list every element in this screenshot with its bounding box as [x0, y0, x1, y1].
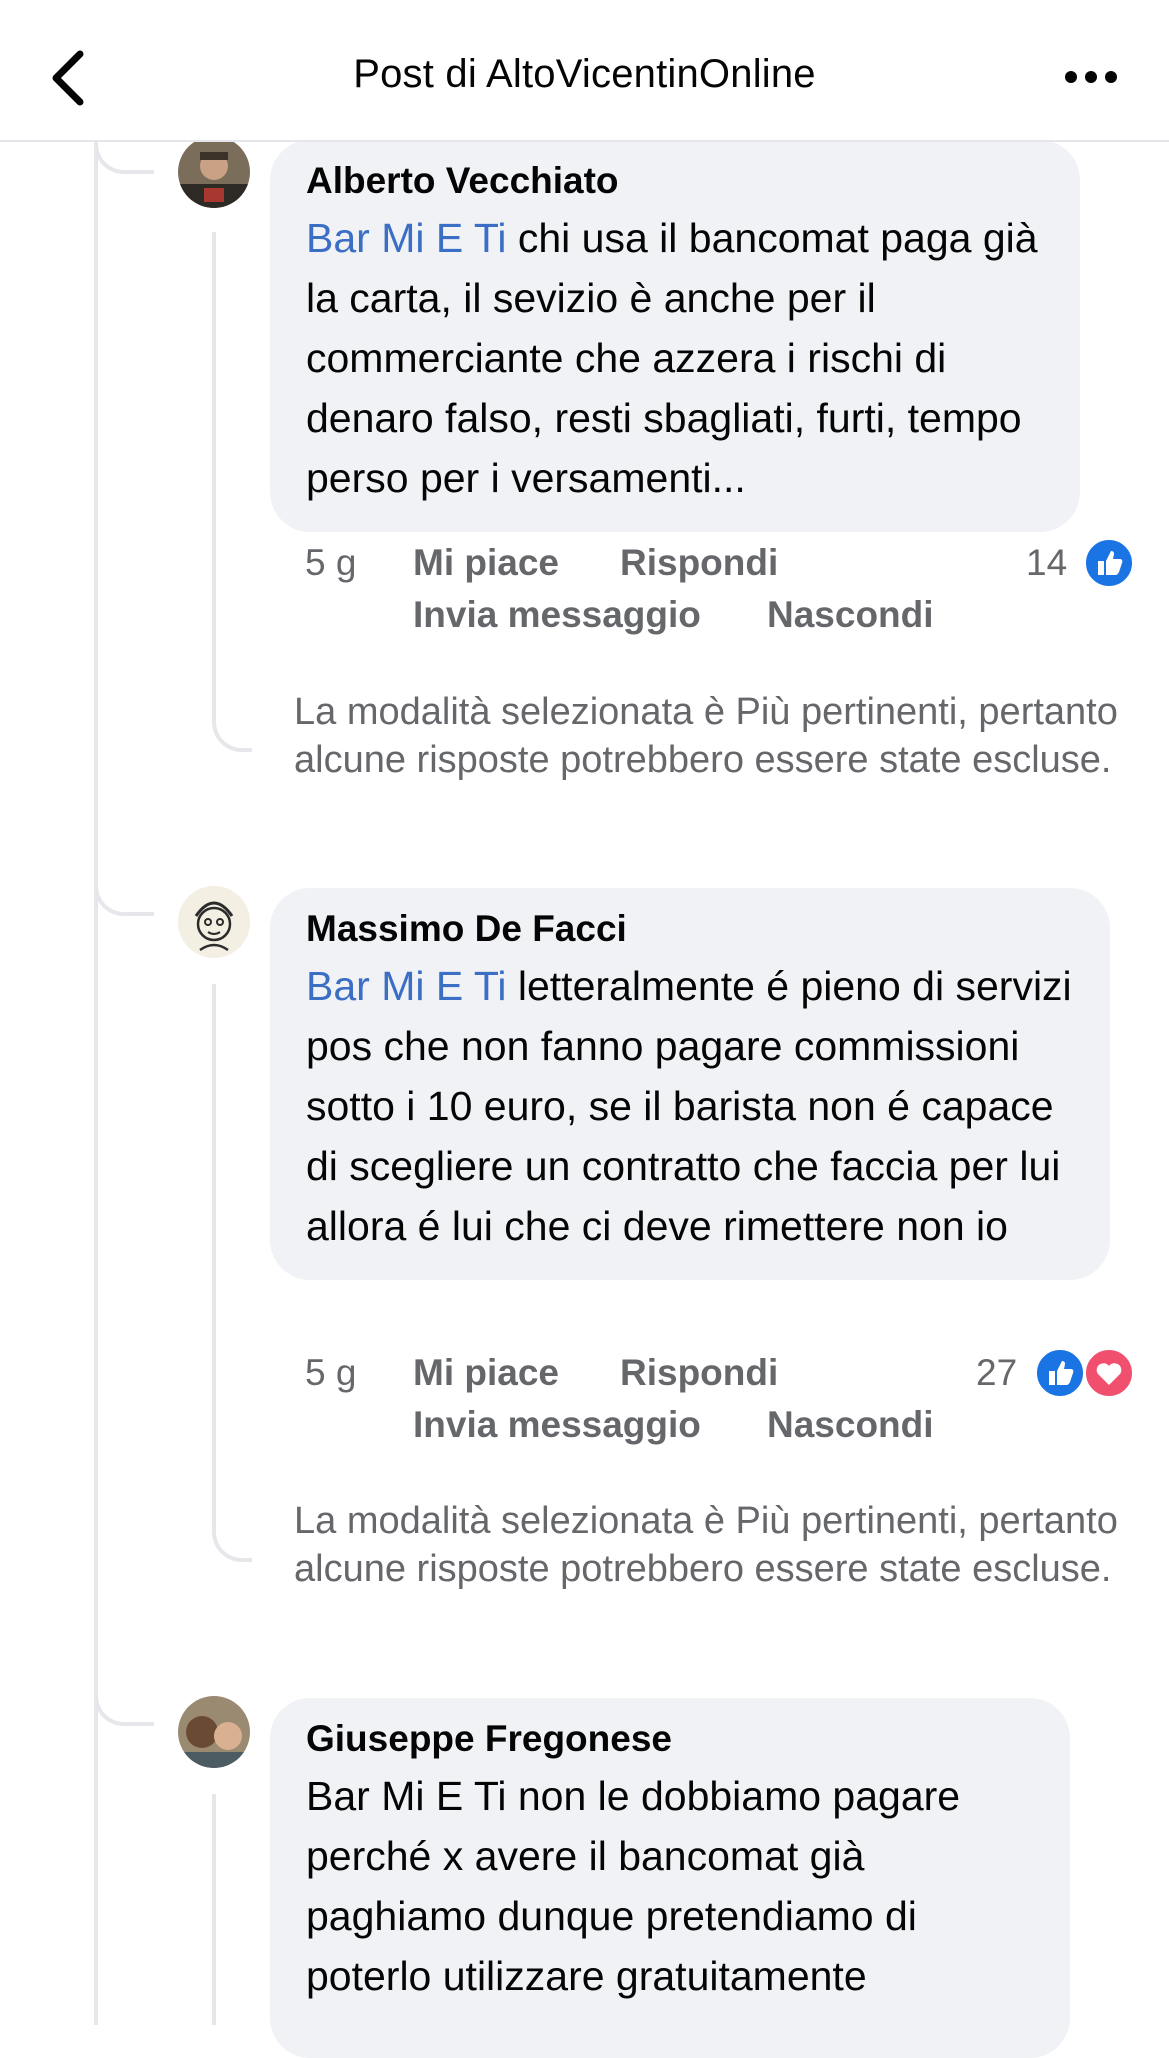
like-reaction-icon — [1083, 537, 1135, 589]
more-icon — [1065, 71, 1117, 83]
reply-connector — [212, 1522, 252, 1562]
avatar[interactable] — [178, 886, 250, 958]
like-button[interactable]: Mi piace — [413, 1352, 559, 1394]
comment-time: 5 g — [305, 1352, 357, 1393]
love-reaction-icon — [1083, 1347, 1135, 1399]
reply-button[interactable]: Rispondi — [620, 542, 778, 584]
comment-text: Bar Mi E Ti letteralmente é pieno di ser… — [306, 956, 1074, 1256]
like-button[interactable]: Mi piace — [413, 542, 559, 584]
thread-line — [94, 140, 98, 2025]
thread-connector — [94, 1692, 154, 1726]
mention-link[interactable]: Bar Mi E Ti — [306, 963, 506, 1009]
reply-thread-line — [212, 232, 216, 712]
send-message-button[interactable]: Invia messaggio — [413, 1404, 701, 1446]
comment-author[interactable]: Massimo De Facci — [306, 908, 1074, 950]
avatar[interactable] — [178, 136, 250, 208]
reaction-count[interactable]: 14 — [1026, 542, 1067, 584]
more-options-button[interactable] — [1061, 62, 1121, 92]
filter-notice: La modalità selezionata è Più pertinenti… — [294, 691, 1118, 781]
reply-button[interactable]: Rispondi — [620, 1352, 778, 1394]
hide-button[interactable]: Nascondi — [767, 594, 934, 636]
comment-bubble: Alberto Vecchiato Bar Mi E Ti chi usa il… — [270, 140, 1080, 532]
filter-notice: La modalità selezionata è Più pertinenti… — [294, 1500, 1118, 1590]
thread-connector — [94, 882, 154, 916]
avatar[interactable] — [178, 1696, 250, 1768]
comment-text: Bar Mi E Ti non le dobbiamo pagare perch… — [306, 1773, 961, 1999]
page-title: Post di AltoVicentinOnline — [353, 52, 816, 96]
comment-time: 5 g — [305, 542, 357, 583]
send-message-button[interactable]: Invia messaggio — [413, 594, 701, 636]
comment-bubble: Massimo De Facci Bar Mi E Ti letteralmen… — [270, 888, 1110, 1280]
reply-thread-line — [212, 984, 216, 1522]
hide-button[interactable]: Nascondi — [767, 1404, 934, 1446]
reply-connector — [212, 712, 252, 752]
reply-thread-line — [212, 1794, 216, 2025]
comment-author[interactable]: Giuseppe Fregonese — [306, 1718, 1034, 1760]
reaction-count[interactable]: 27 — [976, 1352, 1017, 1394]
thread-connector — [94, 140, 154, 174]
like-reaction-icon — [1034, 1347, 1086, 1399]
comment-author[interactable]: Alberto Vecchiato — [306, 160, 1044, 202]
comment-text: Bar Mi E Ti chi usa il bancomat paga già… — [306, 208, 1044, 508]
comment-bubble: Giuseppe Fregonese Bar Mi E Ti non le do… — [270, 1698, 1070, 2058]
top-bar: Post di AltoVicentinOnline — [0, 0, 1169, 142]
mention-link[interactable]: Bar Mi E Ti — [306, 215, 506, 261]
